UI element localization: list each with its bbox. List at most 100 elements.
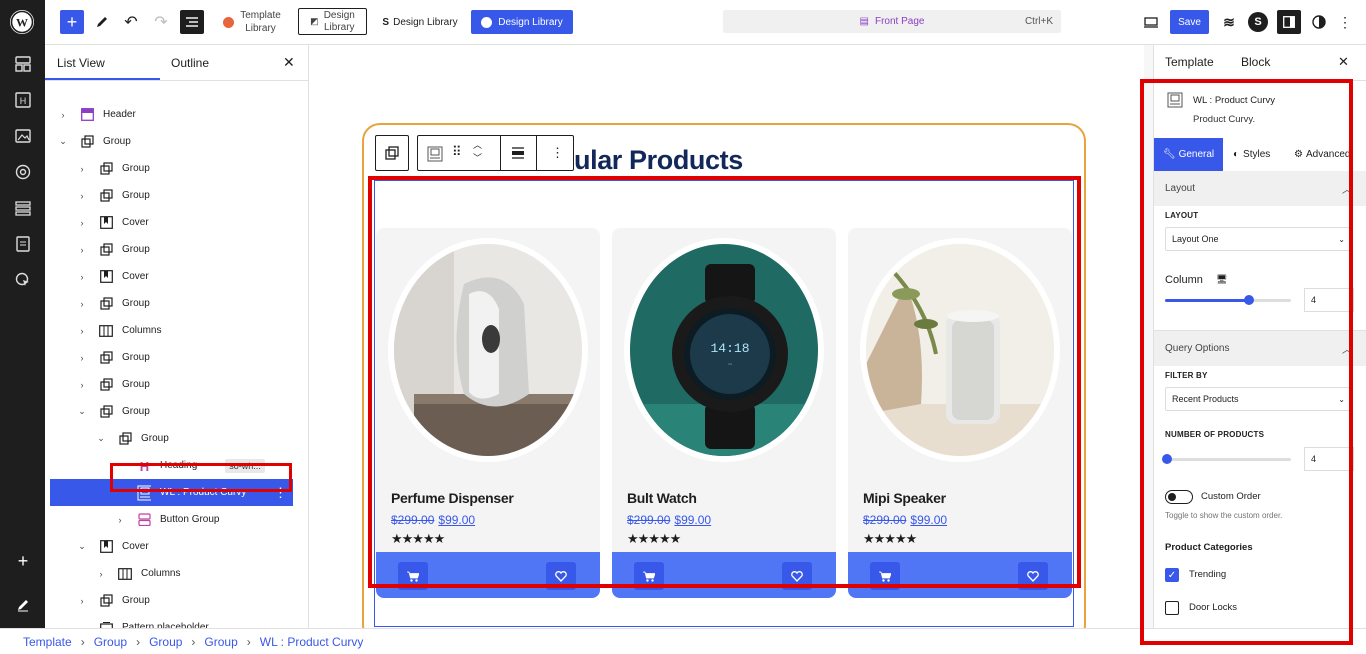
- item-options-icon[interactable]: ⋮: [274, 485, 287, 501]
- wishlist-button[interactable]: [1018, 562, 1048, 590]
- layout-section-header[interactable]: Layout ︿: [1154, 171, 1366, 206]
- settings-sidebar-icon[interactable]: [1277, 10, 1301, 34]
- tab-advanced[interactable]: ⚙ Advanced: [1294, 138, 1350, 171]
- breadcrumb-item[interactable]: Group: [94, 635, 127, 649]
- list-item-header[interactable]: › Header: [50, 101, 290, 128]
- tab-block[interactable]: Block: [1241, 55, 1270, 69]
- undo-icon[interactable]: ↶: [121, 10, 141, 34]
- tab-outline[interactable]: Outline: [171, 45, 209, 80]
- column-slider-track[interactable]: [1165, 295, 1291, 305]
- options-menu-icon[interactable]: ⋮: [1337, 12, 1353, 32]
- checkbox-trending[interactable]: ✓: [1165, 568, 1179, 582]
- inspector-scrollbar[interactable]: [1144, 45, 1153, 628]
- styles-icon[interactable]: [12, 161, 34, 183]
- list-item-group[interactable]: › Group: [50, 155, 290, 182]
- add-icon[interactable]: +: [12, 550, 34, 572]
- stackable-settings-icon[interactable]: ≋: [1219, 12, 1239, 32]
- design-library-primary-button[interactable]: Design Library: [471, 10, 573, 34]
- inserter-toggle-button[interactable]: +: [60, 10, 84, 34]
- chevron-down-icon[interactable]: ⌄: [77, 541, 87, 552]
- checkbox-door-locks[interactable]: [1165, 601, 1179, 615]
- tab-template[interactable]: Template: [1165, 55, 1214, 69]
- select-parent-button[interactable]: [375, 135, 409, 171]
- product-block-icon[interactable]: [426, 145, 444, 163]
- breadcrumb-item[interactable]: WL : Product Curvy: [260, 635, 364, 649]
- pages-icon[interactable]: [12, 233, 34, 255]
- list-item-group[interactable]: › Group: [50, 236, 290, 263]
- layout-select[interactable]: Layout One ⌄: [1165, 227, 1351, 251]
- chevron-right-icon[interactable]: ›: [77, 380, 87, 390]
- list-item-group[interactable]: ⌄ Group: [50, 398, 290, 425]
- filter-select[interactable]: Recent Products ⌄: [1165, 387, 1351, 411]
- styles-contrast-icon[interactable]: [1309, 12, 1329, 32]
- product-image[interactable]: [388, 238, 588, 462]
- list-item-cover[interactable]: › Cover: [50, 263, 290, 290]
- breadcrumb-item[interactable]: Group: [149, 635, 182, 649]
- product-name[interactable]: Bult Watch: [627, 490, 697, 506]
- chevron-right-icon[interactable]: ›: [77, 596, 87, 606]
- block-options-icon[interactable]: ⋮: [551, 145, 564, 161]
- drag-handle-icon[interactable]: ⠿: [452, 144, 462, 160]
- design-library-button[interactable]: S Design Library: [376, 10, 464, 34]
- header-template-icon[interactable]: H: [12, 89, 34, 111]
- product-card[interactable]: 14:18 ⋯ Bult Watch $299.00 $99.00 ★★★★★: [612, 228, 836, 598]
- list-item-group[interactable]: › Group: [50, 587, 290, 614]
- list-item-group[interactable]: › Group: [50, 182, 290, 209]
- list-item-columns[interactable]: › Columns: [50, 317, 290, 344]
- list-item-group[interactable]: › Group: [50, 371, 290, 398]
- pointer-target-icon[interactable]: [12, 269, 34, 291]
- close-icon[interactable]: ✕: [1338, 54, 1349, 70]
- custom-order-toggle[interactable]: [1165, 490, 1193, 504]
- product-card[interactable]: Perfume Dispenser $299.00 $99.00 ★★★★★: [376, 228, 600, 598]
- product-card[interactable]: Mipi Speaker $299.00 $99.00 ★★★★★: [848, 228, 1072, 598]
- chevron-right-icon[interactable]: ›: [77, 326, 87, 336]
- list-item-cover[interactable]: › Cover: [50, 209, 290, 236]
- list-item-group[interactable]: ⌄ Group: [50, 425, 290, 452]
- device-preview-icon[interactable]: [1141, 12, 1161, 32]
- list-item-columns[interactable]: › Columns: [50, 560, 290, 587]
- breadcrumb-item[interactable]: Template: [23, 635, 72, 649]
- chevron-right-icon[interactable]: ›: [77, 191, 87, 201]
- list-item-group[interactable]: › Group: [50, 290, 290, 317]
- wishlist-button[interactable]: [782, 562, 812, 590]
- section-heading[interactable]: ular Products: [574, 145, 743, 176]
- desktop-icon[interactable]: 🖥︎: [1216, 274, 1227, 285]
- column-slider-thumb[interactable]: [1244, 295, 1255, 305]
- list-item-cover[interactable]: ⌄ Cover: [50, 533, 290, 560]
- save-button[interactable]: Save: [1170, 10, 1209, 34]
- command-palette-bar[interactable]: ▤ Front Page Ctrl+K: [723, 10, 1061, 33]
- chevron-down-icon[interactable]: ⌄: [58, 136, 68, 147]
- tab-list-view[interactable]: List View: [57, 45, 105, 80]
- wishlist-button[interactable]: [546, 562, 576, 590]
- chevron-down-icon[interactable]: ⌄: [77, 406, 87, 417]
- tab-general[interactable]: 🔧︎ General: [1154, 138, 1223, 171]
- product-image[interactable]: 14:18 ⋯: [624, 238, 824, 462]
- add-to-cart-button[interactable]: [634, 562, 664, 590]
- edit-pen-icon[interactable]: [12, 594, 34, 616]
- navigation-icon[interactable]: [12, 197, 34, 219]
- number-input[interactable]: 4: [1304, 447, 1354, 471]
- chevron-right-icon[interactable]: ›: [77, 245, 87, 255]
- document-overview-icon[interactable]: [180, 10, 204, 34]
- chevron-right-icon[interactable]: ›: [77, 164, 87, 174]
- design-library-outline-button[interactable]: ◩ Design Library: [298, 8, 367, 35]
- list-item-button-group[interactable]: › Button Group: [50, 506, 290, 533]
- chevron-down-icon[interactable]: ⌄: [96, 433, 106, 444]
- list-item-group[interactable]: › Group: [50, 344, 290, 371]
- wordpress-logo-icon[interactable]: W: [10, 10, 34, 34]
- chevron-right-icon[interactable]: ›: [58, 110, 68, 120]
- breadcrumb-item[interactable]: Group: [204, 635, 237, 649]
- chevron-right-icon[interactable]: ›: [115, 515, 125, 525]
- number-slider-thumb[interactable]: [1162, 454, 1172, 464]
- number-slider-track[interactable]: [1162, 454, 1291, 464]
- product-name[interactable]: Perfume Dispenser: [391, 490, 514, 506]
- list-item-group[interactable]: ⌄ Group: [50, 128, 290, 155]
- list-item-heading[interactable]: H Heading so-wh...: [50, 452, 290, 479]
- column-number-input[interactable]: 4: [1304, 288, 1354, 312]
- tools-pen-icon[interactable]: [92, 10, 112, 34]
- move-up-down-icon[interactable]: ︿ ﹀: [473, 139, 482, 165]
- template-library-button[interactable]: Template Library: [219, 8, 285, 36]
- add-to-cart-button[interactable]: [870, 562, 900, 590]
- list-item-wl-product-curvy[interactable]: WL : Product Curvy ⋮: [50, 479, 293, 506]
- close-icon[interactable]: ✕: [283, 45, 295, 80]
